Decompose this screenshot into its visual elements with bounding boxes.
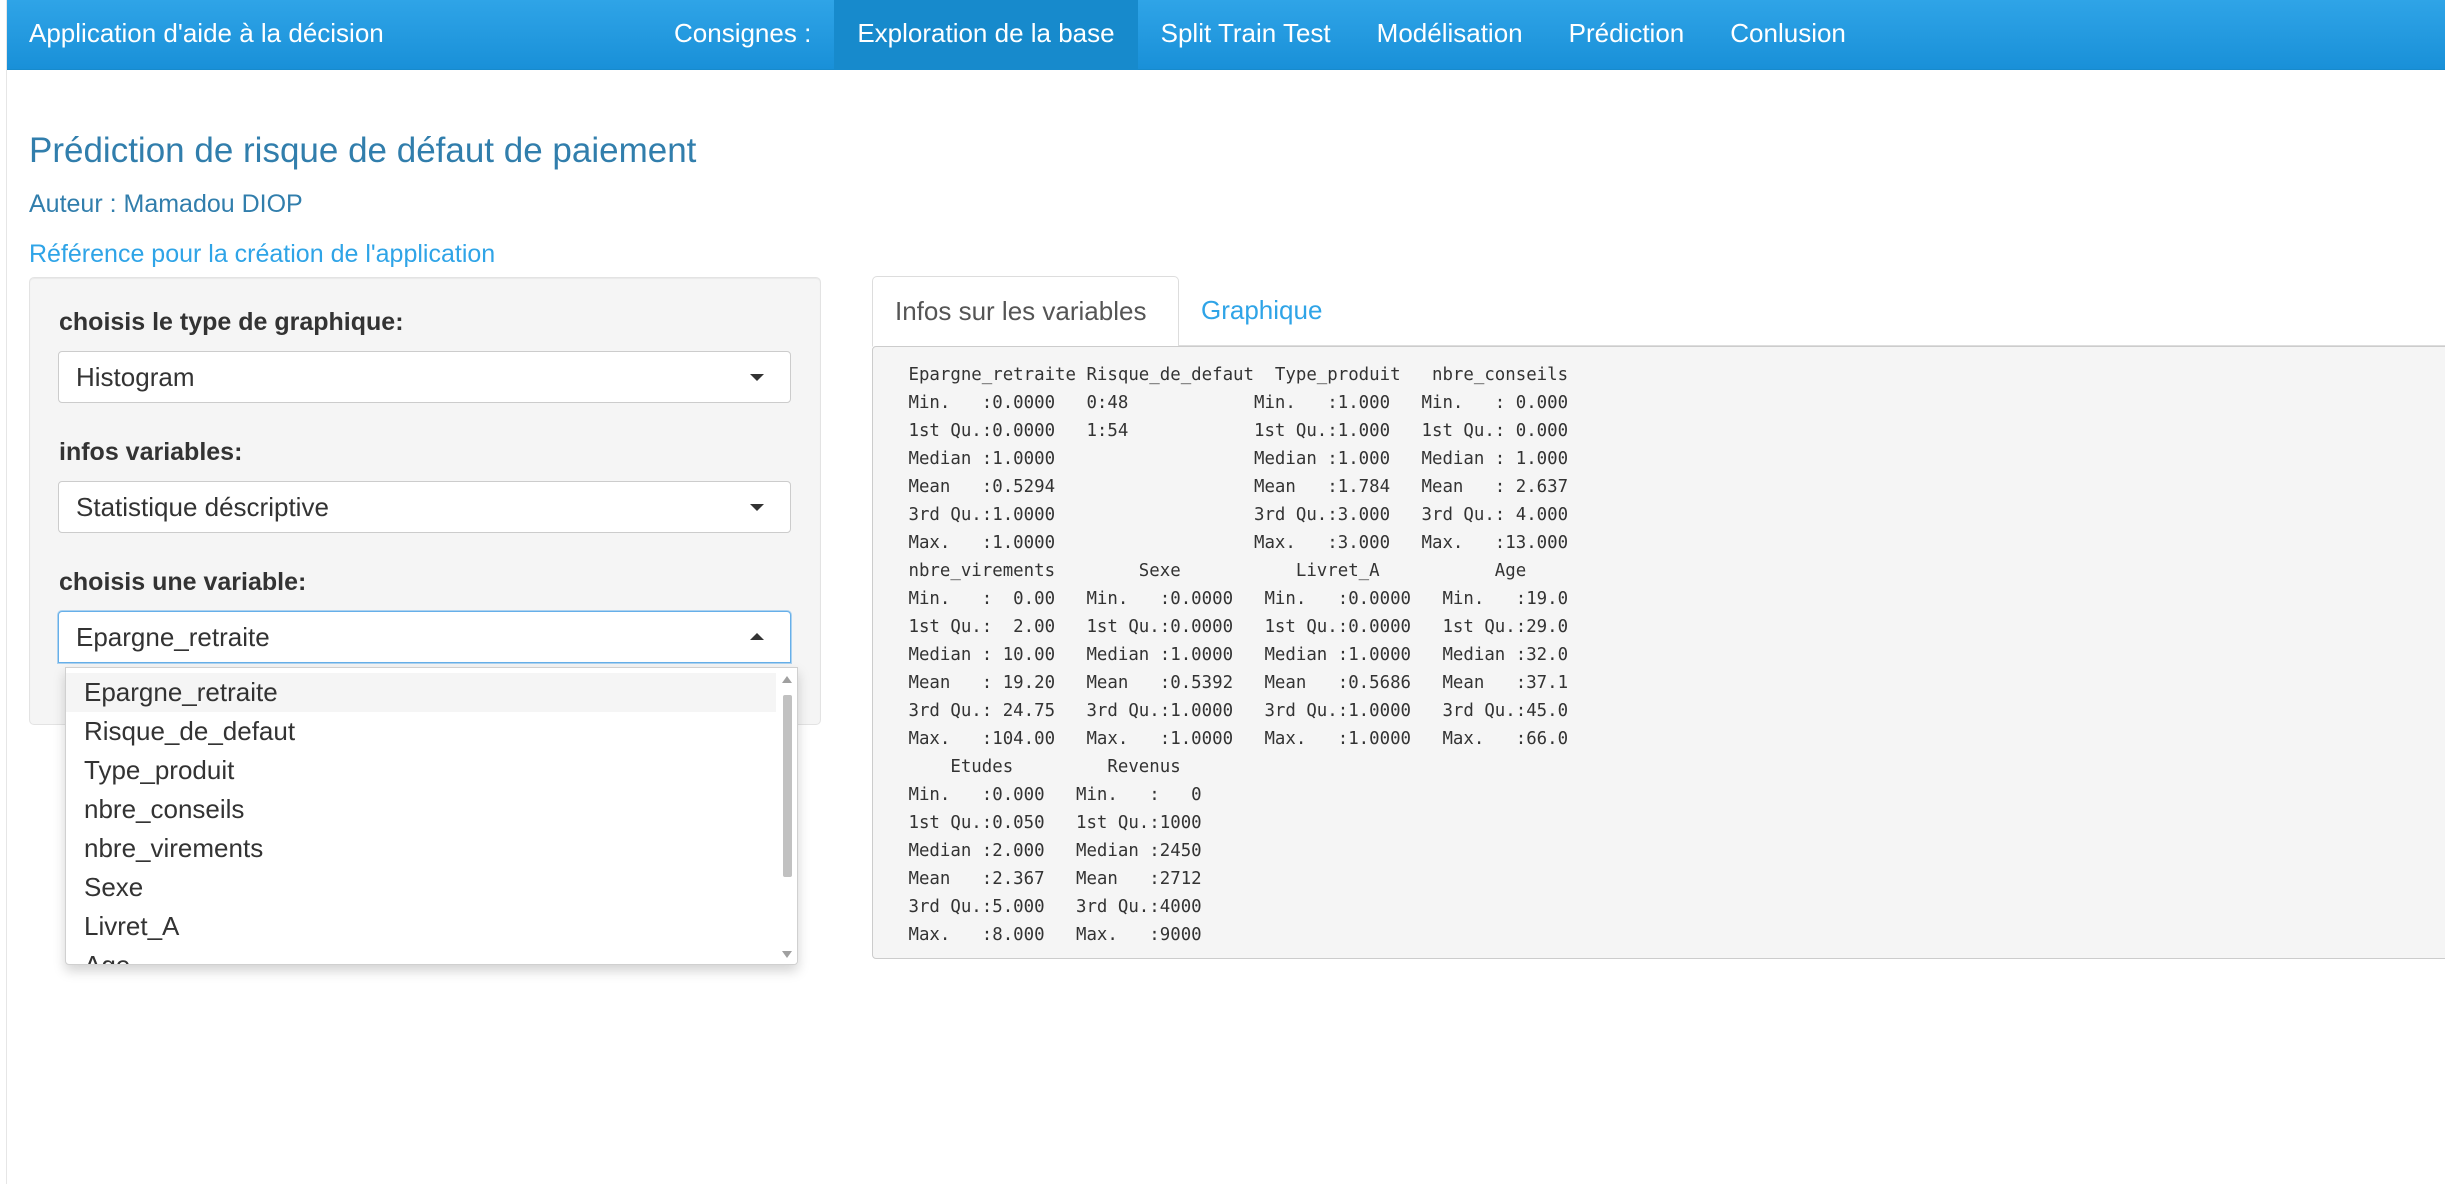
variable-options: Epargne_retraite Risque_de_defaut Type_p… — [66, 673, 776, 964]
nav-item-prediction[interactable]: Prédiction — [1546, 0, 1708, 70]
option-risque-de-defaut[interactable]: Risque_de_defaut — [66, 712, 776, 751]
author-text: Auteur : Mamadou DIOP — [29, 190, 303, 218]
navbar: Application d'aide à la décision Consign… — [7, 0, 2445, 70]
option-nbre-virements[interactable]: nbre_virements — [66, 829, 776, 868]
sidebar-panel: choisis le type de graphique: Histogram … — [29, 277, 821, 725]
page: Application d'aide à la décision Consign… — [6, 0, 2445, 1184]
chevron-down-icon — [750, 504, 764, 511]
variable-label: choisis une variable: — [59, 568, 307, 596]
variable-value: Epargne_retraite — [76, 622, 270, 652]
reference-link[interactable]: Référence pour la création de l'applicat… — [29, 240, 495, 269]
nav-item-consignes[interactable]: Consignes : — [651, 0, 834, 70]
info-variables-label: infos variables: — [59, 438, 243, 466]
scroll-up-icon[interactable] — [782, 676, 792, 683]
nav-item-split-train-test[interactable]: Split Train Test — [1138, 0, 1354, 70]
page-title: Prédiction de risque de défaut de paieme… — [29, 131, 697, 170]
option-sexe[interactable]: Sexe — [66, 868, 776, 907]
info-variables-select[interactable]: Statistique déscriptive — [58, 481, 791, 533]
chevron-up-icon — [750, 633, 764, 640]
scroll-down-icon[interactable] — [782, 951, 792, 958]
nav-item-conclusion[interactable]: Conlusion — [1707, 0, 1869, 70]
info-variables-value: Statistique déscriptive — [76, 492, 329, 522]
option-age[interactable]: Age — [66, 946, 776, 964]
chart-type-value: Histogram — [76, 362, 195, 392]
tab-infos-variables[interactable]: Infos sur les variables — [872, 276, 1179, 347]
summary-output: Epargne_retraite Risque_de_defaut Type_p… — [872, 346, 2445, 959]
tab-graphique[interactable]: Graphique — [1179, 276, 1344, 346]
option-type-produit[interactable]: Type_produit — [66, 751, 776, 790]
chart-type-select[interactable]: Histogram — [58, 351, 791, 403]
nav-item-exploration[interactable]: Exploration de la base — [834, 0, 1138, 70]
variable-dropdown: Epargne_retraite Risque_de_defaut Type_p… — [65, 667, 798, 965]
chart-type-label: choisis le type de graphique: — [59, 308, 404, 336]
main-tabs: Infos sur les variables Graphique — [872, 276, 2445, 347]
chevron-down-icon — [750, 374, 764, 381]
dropdown-scrollbar[interactable] — [777, 668, 797, 964]
nav-item-modelisation[interactable]: Modélisation — [1354, 0, 1546, 70]
scrollbar-thumb[interactable] — [783, 695, 792, 877]
option-livret-a[interactable]: Livret_A — [66, 907, 776, 946]
app-brand[interactable]: Application d'aide à la décision — [29, 0, 384, 66]
option-epargne-retraite[interactable]: Epargne_retraite — [66, 673, 776, 712]
option-nbre-conseils[interactable]: nbre_conseils — [66, 790, 776, 829]
variable-select[interactable]: Epargne_retraite — [58, 611, 791, 663]
nav-menu: Consignes : Exploration de la base Split… — [651, 0, 1869, 70]
